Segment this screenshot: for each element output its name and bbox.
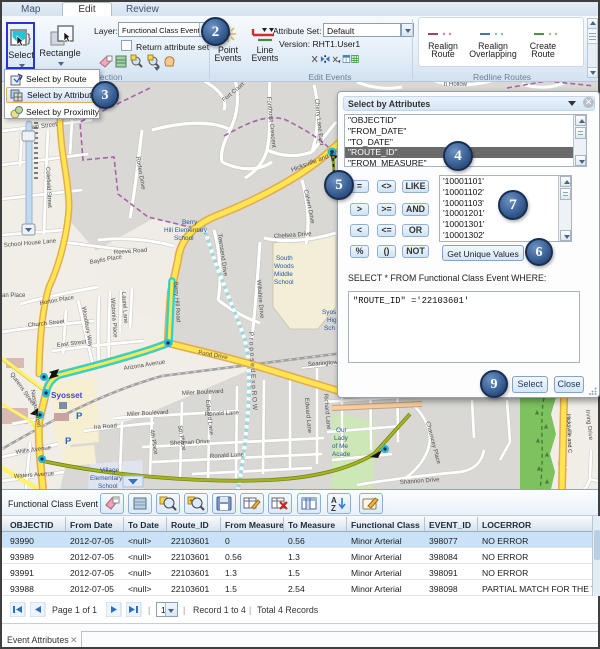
svg-text:Woods: Woods bbox=[274, 263, 294, 270]
svg-text:Syos: Syos bbox=[322, 309, 336, 316]
svg-text:P: P bbox=[76, 411, 83, 422]
svg-text:}: } bbox=[27, 31, 31, 45]
svg-text:Syosset: Syosset bbox=[51, 391, 83, 400]
svg-text:Village: Village bbox=[100, 467, 120, 474]
svg-text:Middle: Middle bbox=[274, 271, 293, 278]
svg-text:Our: Our bbox=[336, 427, 348, 434]
svg-text:School: School bbox=[274, 279, 294, 286]
svg-text:h Hollow: h Hollow bbox=[444, 82, 468, 88]
svg-text:Acade: Acade bbox=[332, 451, 351, 458]
svg-text:P: P bbox=[65, 436, 72, 447]
svg-text:Z: Z bbox=[331, 504, 336, 513]
svg-text:of Me: of Me bbox=[332, 443, 348, 450]
svg-text:School: School bbox=[174, 235, 194, 242]
svg-text:Elementary: Elementary bbox=[90, 475, 123, 482]
svg-text:Berry: Berry bbox=[182, 219, 198, 226]
svg-text:an Place: an Place bbox=[2, 293, 26, 299]
svg-text:Sch: Sch bbox=[324, 325, 335, 332]
svg-text:Hill Elementary: Hill Elementary bbox=[164, 227, 208, 234]
svg-text:Lady: Lady bbox=[334, 435, 349, 442]
svg-text:South: South bbox=[276, 255, 293, 262]
svg-text:Hig: Hig bbox=[327, 317, 337, 324]
